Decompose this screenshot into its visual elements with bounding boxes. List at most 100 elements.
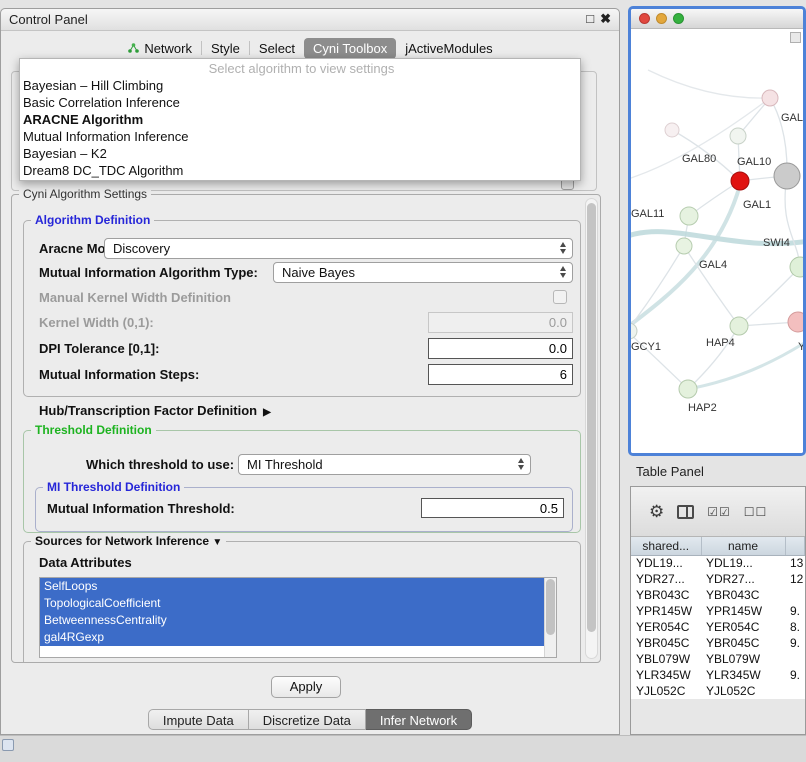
node-label: GAL10: [737, 156, 771, 168]
cyni-algorithm-settings-panel: Algorithm Definition Aracne Mode: Discov…: [11, 194, 601, 663]
list-item[interactable]: BetweennessCentrality: [40, 612, 544, 629]
gear-icon[interactable]: ⚙: [649, 502, 664, 522]
table-row[interactable]: YBL079WYBL079W: [631, 651, 805, 667]
table-row[interactable]: YLR345WYLR345W9.: [631, 667, 805, 683]
dpi-tolerance-input[interactable]: [428, 338, 573, 359]
deselect-all-icon[interactable]: ☐☐: [744, 505, 768, 519]
table-row[interactable]: YDR27...YDR27...12: [631, 571, 805, 587]
network-canvas[interactable]: GAL GAL80 GAL10 GAL11 GAL1 SWI4 GAL4 GCY…: [631, 29, 803, 455]
settings-panel-title: Cyni Algorithm Settings: [19, 187, 151, 201]
tab-network[interactable]: Network: [118, 38, 201, 59]
zoom-traffic-icon[interactable]: [673, 13, 684, 24]
network-node[interactable]: [762, 90, 778, 106]
tab-cyni-toolbox[interactable]: Cyni Toolbox: [304, 38, 396, 59]
tab-infer-network[interactable]: Infer Network: [366, 709, 472, 730]
column-header[interactable]: name: [701, 537, 785, 555]
unchecked-box-icon: ☐: [756, 505, 768, 519]
column-header[interactable]: [785, 537, 805, 555]
manual-kernel-label: Manual Kernel Width Definition: [39, 287, 231, 308]
apply-button[interactable]: Apply: [271, 676, 341, 698]
column-header[interactable]: shared...: [631, 537, 701, 555]
scrollbar-thumb[interactable]: [587, 203, 596, 632]
minimized-panel-icon[interactable]: [2, 739, 14, 751]
kernel-width-label: Kernel Width (0,1):: [39, 312, 154, 333]
bottom-tabs: Impute Data Discretize Data Infer Networ…: [1, 709, 619, 730]
network-node[interactable]: [730, 317, 748, 335]
table-row[interactable]: YDL19...YDL19...13: [631, 555, 805, 571]
table-panel-title: Table Panel: [636, 464, 704, 479]
sources-section-toggle[interactable]: Sources for Network Inference ▼: [31, 534, 226, 548]
tab-style[interactable]: Style: [202, 38, 249, 59]
list-item[interactable]: gal4RGexp: [40, 629, 544, 646]
tab-discretize-data[interactable]: Discretize Data: [249, 709, 366, 730]
threshold-definition-title: Threshold Definition: [31, 423, 156, 437]
mi-threshold-input[interactable]: [421, 498, 564, 518]
threshold-select[interactable]: MI Threshold: [238, 454, 531, 475]
table-row[interactable]: YPR145WYPR145W9.: [631, 603, 805, 619]
data-attributes-label: Data Attributes: [39, 552, 132, 573]
select-all-icon[interactable]: ☑☑: [707, 505, 731, 519]
node-label: SWI4: [763, 237, 790, 249]
table-row[interactable]: YER054CYER054C8.: [631, 619, 805, 635]
close-icon[interactable]: ✖: [600, 11, 611, 27]
hub-section-toggle[interactable]: Hub/Transcription Factor Definition▶: [39, 400, 271, 423]
aracne-mode-value: Discovery: [113, 241, 170, 256]
network-node[interactable]: [788, 312, 803, 332]
control-panel-titlebar: Control Panel □ ✖: [1, 9, 619, 31]
dropdown-item[interactable]: Dream8 DC_TDC Algorithm: [20, 162, 580, 179]
scrollbar-thumb[interactable]: [546, 579, 555, 635]
list-item[interactable]: SelfLoops: [40, 578, 544, 595]
canvas-corner-widget[interactable]: [790, 32, 801, 43]
network-node-labels: GAL GAL80 GAL10 GAL11 GAL1 SWI4 GAL4 GCY…: [631, 112, 803, 414]
close-traffic-icon[interactable]: [639, 13, 650, 24]
node-label: GAL1: [743, 199, 771, 211]
dropdown-item[interactable]: Bayesian – Hill Climbing: [20, 77, 580, 94]
combo-arrows-icon: [560, 242, 566, 254]
column-layout-icon[interactable]: [677, 505, 694, 519]
network-node[interactable]: [774, 163, 800, 189]
checked-box-icon: ☑: [707, 505, 719, 519]
status-strip: [0, 735, 806, 762]
network-node-gal10[interactable]: [731, 172, 749, 190]
dropdown-item-selected[interactable]: ARACNE Algorithm: [20, 111, 580, 128]
threshold-select-value: MI Threshold: [247, 457, 323, 472]
list-scrollbar[interactable]: [544, 578, 556, 657]
tab-impute-data[interactable]: Impute Data: [148, 709, 249, 730]
tab-select[interactable]: Select: [250, 38, 304, 59]
network-node[interactable]: [679, 380, 697, 398]
dropdown-item[interactable]: Bayesian – K2: [20, 145, 580, 162]
network-node[interactable]: [680, 207, 698, 225]
algorithm-dropdown-popup: Select algorithm to view settings Bayesi…: [19, 58, 581, 181]
control-panel-tabs: Network Style Select Cyni Toolbox jActiv…: [1, 36, 619, 60]
network-node[interactable]: [665, 123, 679, 137]
minimize-traffic-icon[interactable]: [656, 13, 667, 24]
table-row[interactable]: YBR043CYBR043C: [631, 587, 805, 603]
mi-algorithm-type-select[interactable]: Naive Bayes: [273, 262, 573, 283]
collapse-right-icon: ▶: [263, 407, 271, 418]
float-window-icon[interactable]: □: [586, 11, 594, 27]
attributes-list: SelfLoops TopologicalCoefficient Between…: [39, 577, 557, 658]
kernel-width-input[interactable]: [428, 312, 573, 333]
table-row[interactable]: YBR045CYBR045C9.: [631, 635, 805, 651]
combo-arrows-icon: [518, 458, 524, 470]
settings-scrollbar[interactable]: [585, 198, 598, 659]
network-node[interactable]: [730, 128, 746, 144]
network-node[interactable]: [790, 257, 803, 277]
node-label: GAL80: [682, 153, 716, 165]
dropdown-item[interactable]: Basic Correlation Inference: [20, 94, 580, 111]
node-label: HAP4: [706, 337, 735, 349]
manual-kernel-checkbox[interactable]: [553, 290, 567, 304]
which-threshold-label: Which threshold to use:: [86, 454, 234, 475]
node-label: GAL: [781, 112, 803, 124]
node-label: HAP2: [688, 402, 717, 414]
network-node[interactable]: [676, 238, 692, 254]
mi-steps-input[interactable]: [428, 364, 573, 385]
network-node[interactable]: [631, 323, 637, 339]
aracne-mode-select[interactable]: Discovery: [104, 238, 573, 259]
tab-cyni-toolbox-label: Cyni Toolbox: [313, 41, 387, 56]
table-row[interactable]: YJL052CYJL052C: [631, 683, 805, 699]
collapse-down-icon: ▼: [212, 537, 222, 548]
dropdown-item[interactable]: Mutual Information Inference: [20, 128, 580, 145]
tab-jactivemodules[interactable]: jActiveModules: [396, 38, 501, 59]
list-item[interactable]: TopologicalCoefficient: [40, 595, 544, 612]
